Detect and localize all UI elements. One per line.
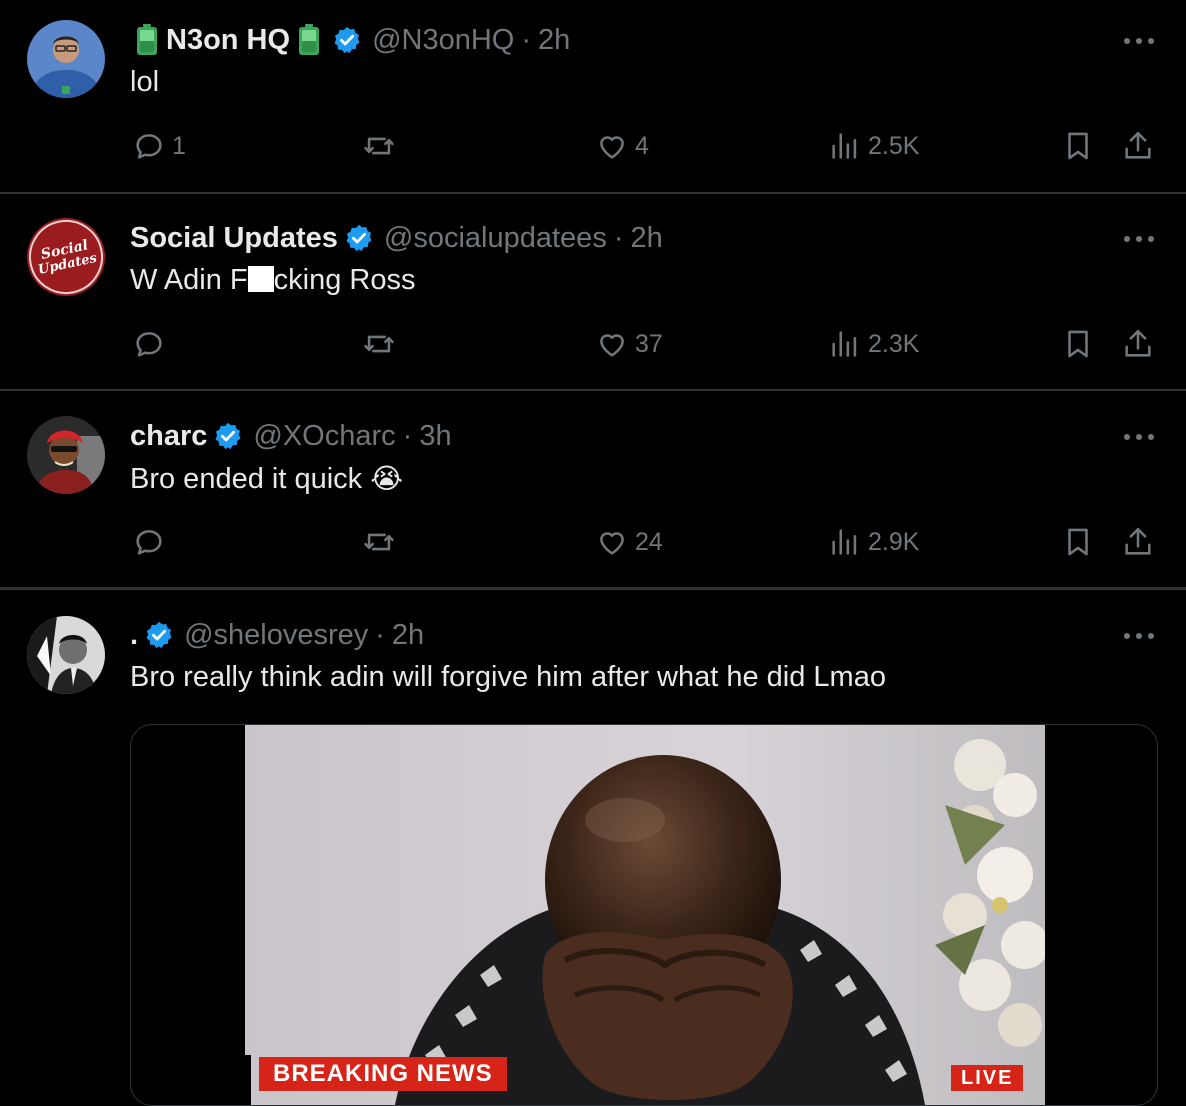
avatar[interactable] xyxy=(27,20,105,98)
reply-button[interactable]: 1 xyxy=(132,129,186,163)
view-count: 2.3K xyxy=(868,329,920,358)
timestamp[interactable]: 3h xyxy=(419,420,451,453)
like-button[interactable]: 37 xyxy=(595,327,663,361)
view-count: 2.5K xyxy=(868,131,920,160)
reply-count: 1 xyxy=(172,131,186,160)
tweet-text-end: cking Ross xyxy=(273,264,416,296)
handle[interactable]: @socialupdatees xyxy=(384,222,607,255)
bookmark-icon xyxy=(1061,129,1095,163)
timestamp[interactable]: 2h xyxy=(392,619,424,652)
bookmark-button[interactable] xyxy=(1061,129,1095,163)
share-icon xyxy=(1121,129,1155,163)
verified-badge-icon[interactable] xyxy=(213,421,243,451)
like-icon xyxy=(595,129,629,163)
tweet-header: . @shelovesrey · 2h xyxy=(130,617,424,653)
more-icon[interactable] xyxy=(1122,432,1156,442)
breaking-news-banner: BREAKING NEWS xyxy=(259,1057,507,1091)
reply-button[interactable] xyxy=(132,525,166,559)
bookmark-icon xyxy=(1061,525,1095,559)
separator: · xyxy=(521,23,532,56)
handle[interactable]: @XOcharc xyxy=(253,420,395,453)
reply-icon xyxy=(132,327,166,361)
action-bar: 24 2.9K xyxy=(0,525,1186,565)
share-button[interactable] xyxy=(1121,129,1155,163)
separator: · xyxy=(613,221,624,254)
retweet-button[interactable] xyxy=(362,525,396,559)
tweet-text: Bro really think adin will forgive him a… xyxy=(130,661,886,693)
tweet-text: Bro ended it quick 😭 xyxy=(130,462,403,496)
display-name[interactable]: Social Updates xyxy=(130,222,338,255)
tweet-header: Social Updates @socialupdatees · 2h xyxy=(130,220,663,256)
retweet-icon xyxy=(362,327,396,361)
views-icon xyxy=(828,327,862,361)
censor-block xyxy=(247,266,274,292)
tweet-text-body: Bro ended it quick xyxy=(130,463,363,495)
reply-button[interactable] xyxy=(132,327,166,361)
bookmark-button[interactable] xyxy=(1061,525,1095,559)
retweet-icon xyxy=(362,525,396,559)
reply-icon xyxy=(132,129,166,163)
like-button[interactable]: 4 xyxy=(595,129,649,163)
avatar[interactable] xyxy=(27,416,105,494)
battery-icon xyxy=(136,24,158,56)
like-button[interactable]: 24 xyxy=(595,525,663,559)
tweet[interactable]: Social Updates Social Updates @socialupd… xyxy=(0,194,1186,389)
more-icon[interactable] xyxy=(1122,234,1156,244)
tweet-header: charc @XOcharc · 3h xyxy=(130,418,452,454)
video-thumbnail xyxy=(245,725,1045,1105)
action-bar: 37 2.3K xyxy=(0,327,1186,367)
verified-badge-icon[interactable] xyxy=(344,223,374,253)
views-button[interactable]: 2.5K xyxy=(828,129,919,163)
timestamp[interactable]: 2h xyxy=(631,222,663,255)
like-count: 24 xyxy=(635,527,663,556)
display-name[interactable]: N3on HQ xyxy=(166,24,290,57)
battery-icon xyxy=(298,24,320,56)
views-button[interactable]: 2.9K xyxy=(828,525,919,559)
reply-icon xyxy=(132,525,166,559)
tweet-text: W Adin F cking Ross xyxy=(130,264,415,297)
display-name[interactable]: . xyxy=(130,619,138,652)
verified-badge-icon[interactable] xyxy=(144,620,174,650)
live-badge: LIVE xyxy=(951,1065,1024,1091)
tweet-header: N3on HQ @N3onHQ · 2h xyxy=(130,22,570,58)
retweet-button[interactable] xyxy=(362,129,396,163)
share-button[interactable] xyxy=(1121,525,1155,559)
retweet-icon xyxy=(362,129,396,163)
tweet[interactable]: N3on HQ @N3onHQ · 2h lol 1 4 2.5K xyxy=(0,0,1186,192)
retweet-button[interactable] xyxy=(362,327,396,361)
share-icon xyxy=(1121,525,1155,559)
views-icon xyxy=(828,129,862,163)
video-media[interactable]: BREAKING NEWS LIVE xyxy=(130,724,1158,1106)
bookmark-icon xyxy=(1061,327,1095,361)
separator: · xyxy=(375,618,385,651)
more-icon[interactable] xyxy=(1122,631,1156,641)
share-button[interactable] xyxy=(1121,327,1155,361)
like-count: 37 xyxy=(635,329,663,358)
like-icon xyxy=(595,327,629,361)
display-name[interactable]: charc xyxy=(130,420,207,453)
handle[interactable]: @shelovesrey xyxy=(184,619,368,652)
separator: · xyxy=(402,419,413,452)
like-count: 4 xyxy=(635,131,649,160)
views-icon xyxy=(828,525,862,559)
crying-emoji: 😭 xyxy=(370,463,403,494)
action-bar: 1 4 2.5K xyxy=(0,129,1186,169)
tweet-text: lol xyxy=(130,66,160,98)
views-button[interactable]: 2.3K xyxy=(828,327,919,361)
avatar[interactable]: Social Updates xyxy=(27,218,105,296)
verified-badge-icon[interactable] xyxy=(332,25,362,55)
view-count: 2.9K xyxy=(868,527,920,556)
timestamp[interactable]: 2h xyxy=(538,24,570,57)
like-icon xyxy=(595,525,629,559)
tweet-text-start: W Adin F xyxy=(130,264,248,296)
avatar[interactable] xyxy=(27,616,105,694)
more-icon[interactable] xyxy=(1122,36,1156,46)
tweet[interactable]: charc @XOcharc · 3h Bro ended it quick 😭… xyxy=(0,391,1186,587)
handle[interactable]: @N3onHQ xyxy=(372,24,514,57)
video-frame[interactable]: BREAKING NEWS LIVE xyxy=(245,725,1045,1105)
share-icon xyxy=(1121,327,1155,361)
bookmark-button[interactable] xyxy=(1061,327,1095,361)
